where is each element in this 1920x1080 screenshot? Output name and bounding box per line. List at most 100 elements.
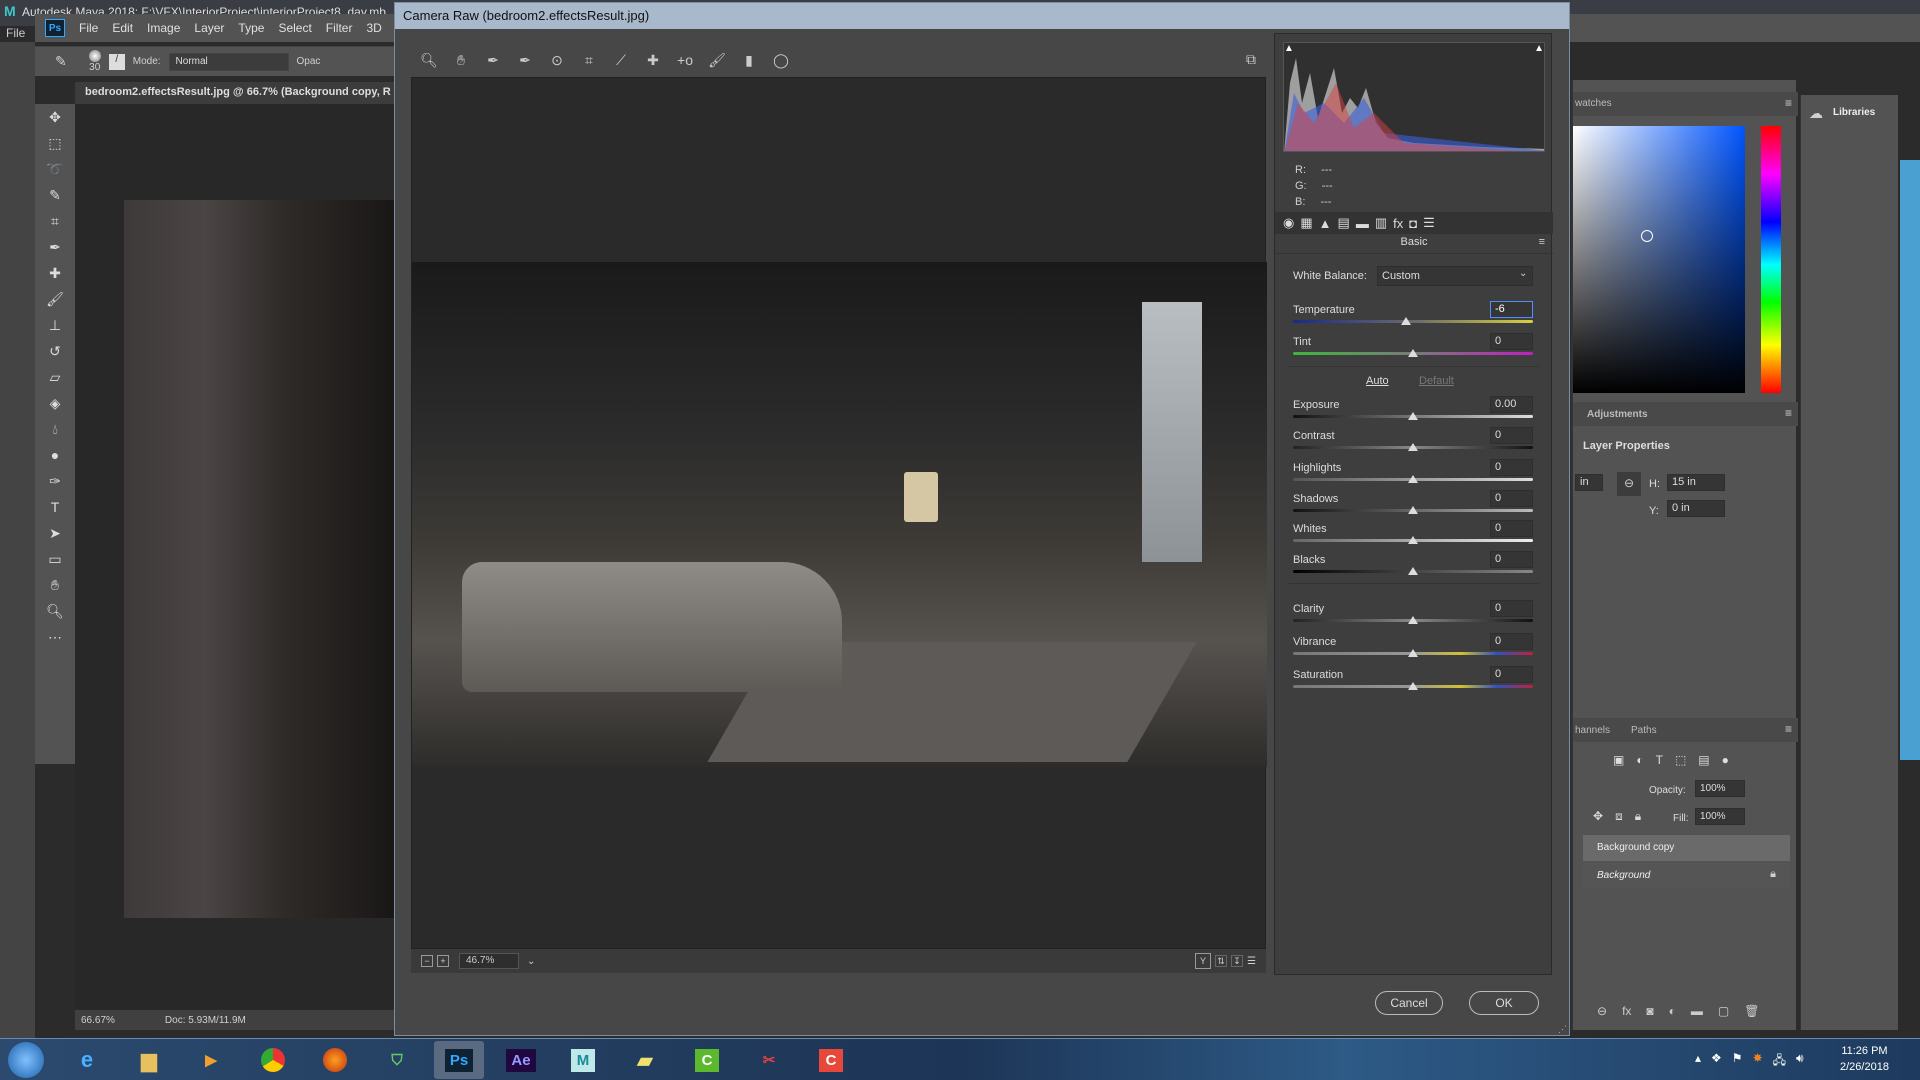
dodge-tool-icon[interactable]: ● [35,442,75,468]
zoom-out-button[interactable]: − [421,955,433,967]
network-icon[interactable]: 🖧︎ [1773,1051,1786,1072]
brush-preset-picker[interactable]: 30 [88,50,101,73]
adjustment-brush-tool-icon[interactable]: 🖌︎ [707,50,727,70]
chevron-down-icon[interactable]: ⌄ [527,956,535,967]
red-eye-tool-icon[interactable]: +o [675,50,695,70]
default-button[interactable]: Default [1419,375,1454,387]
type-tool-icon[interactable]: T [35,494,75,520]
resize-grip-icon[interactable]: ⋰ [1558,1024,1567,1035]
shadows-value-field[interactable]: 0 [1490,490,1533,507]
mode-select[interactable]: Normal [168,52,289,71]
filter-toggle-icon[interactable]: ● [1722,753,1729,767]
snipping-tool-icon[interactable]: ✂ [744,1041,794,1079]
new-adjustment-icon[interactable]: ◐ [1669,1004,1676,1018]
fill-field[interactable]: 100% [1695,808,1745,825]
marquee-tool-icon[interactable]: ⬚ [35,130,75,156]
healing-tool-icon[interactable]: ✚ [35,260,75,286]
menu-3d[interactable]: 3D [366,21,381,35]
exposure-slider-thumb[interactable] [1408,412,1418,420]
temperature-slider[interactable] [1293,320,1533,323]
new-group-icon[interactable]: ▬ [1691,1004,1703,1018]
brush-tool-icon[interactable]: 🖌︎ [35,286,75,312]
chrome-icon[interactable] [248,1041,298,1079]
vibrance-slider-thumb[interactable] [1408,649,1418,657]
antivirus-icon[interactable]: ✸ [1753,1051,1763,1072]
open-preferences-icon[interactable]: ⧉ [1241,49,1261,69]
basic-tab-icon[interactable]: ◉ [1283,215,1294,231]
camtasia-recorder-icon[interactable]: C [682,1041,732,1079]
panel-menu-icon[interactable]: ≡ [1539,236,1545,248]
ok-button[interactable]: OK [1469,991,1539,1015]
effects-tab-icon[interactable]: fx [1393,216,1403,231]
tab-channels[interactable]: hannels [1575,725,1610,736]
highlights-value-field[interactable]: 0 [1490,459,1533,476]
tint-value-field[interactable]: 0 [1490,333,1533,350]
white-balance-select[interactable]: Custom [1377,266,1533,286]
media-player-icon[interactable]: ▶ [186,1041,236,1079]
menu-type[interactable]: Type [238,21,264,35]
toggle-settings-icon[interactable]: ☰ [1247,956,1256,967]
hsl-tab-icon[interactable]: ▤ [1338,215,1350,231]
panel-menu-icon[interactable]: ≡ [1785,406,1792,420]
link-layers-icon[interactable]: ⊖ [1597,1004,1607,1018]
color-sampler-tool-icon[interactable]: ✒ [515,50,535,70]
action-center-flag-icon[interactable]: ⚑ [1732,1051,1743,1072]
panel-menu-icon[interactable]: ≡ [1785,722,1792,736]
vibrance-value-field[interactable]: 0 [1490,633,1533,650]
rectangle-tool-icon[interactable]: ▭ [35,546,75,572]
presets-tab-icon[interactable]: ☰ [1423,215,1435,231]
whites-value-field[interactable]: 0 [1490,520,1533,537]
blacks-slider-thumb[interactable] [1408,567,1418,575]
document-tab[interactable]: bedroom2.effectsResult.jpg @ 66.7% (Back… [75,82,395,104]
menu-layer[interactable]: Layer [194,21,224,35]
after-effects-taskbar-icon[interactable]: Ae [496,1041,546,1079]
tint-slider-thumb[interactable] [1408,349,1418,357]
clarity-value-field[interactable]: 0 [1490,600,1533,617]
adjustment-filter-icon[interactable]: ◐ [1636,753,1643,767]
lock-artboard-icon[interactable]: ⧈ [1615,809,1623,824]
detail-tab-icon[interactable]: ▲ [1319,216,1332,231]
blacks-value-field[interactable]: 0 [1490,551,1533,568]
layer-row[interactable]: Background 🔒︎ [1583,863,1790,889]
graduated-filter-tool-icon[interactable]: ▮ [739,50,759,70]
highlights-slider-thumb[interactable] [1408,475,1418,483]
radial-filter-tool-icon[interactable]: ◯ [771,50,791,70]
quick-select-tool-icon[interactable]: ✎ [35,182,75,208]
zoom-tool-icon[interactable]: 🔍︎ [35,598,75,624]
tone-curve-tab-icon[interactable]: ▦ [1300,215,1312,231]
menu-edit[interactable]: Edit [112,21,133,35]
contrast-slider-thumb[interactable] [1408,443,1418,451]
auto-button[interactable]: Auto [1366,375,1389,387]
targeted-adjustment-tool-icon[interactable]: ⊙ [547,50,567,70]
stamp-tool-icon[interactable]: ⊥ [35,312,75,338]
clarity-slider-thumb[interactable] [1408,616,1418,624]
crop-tool-icon[interactable]: ⌗ [579,50,599,70]
contrast-value-field[interactable]: 0 [1490,427,1533,444]
temperature-value-field[interactable]: -6 [1490,301,1533,318]
tab-paths[interactable]: Paths [1631,725,1657,736]
type-filter-icon[interactable]: T [1656,753,1663,767]
photoshop-taskbar-icon[interactable]: Ps [434,1041,484,1079]
dropbox-icon[interactable]: ❖ [1711,1051,1722,1072]
fx-icon[interactable]: fx [1622,1004,1631,1018]
link-dimensions-icon[interactable]: ⊖ [1617,472,1641,496]
eyedropper-tool-icon[interactable]: ✒ [35,234,75,260]
shape-filter-icon[interactable]: ⬚ [1675,753,1686,767]
menu-image[interactable]: Image [147,21,180,35]
lock-position-icon[interactable]: ✥ [1593,809,1603,824]
brush-tool-icon[interactable]: ✎ [55,53,67,70]
path-select-tool-icon[interactable]: ➤ [35,520,75,546]
lock-all-icon[interactable]: 🔒︎ [1635,809,1641,824]
blur-tool-icon[interactable]: 💧︎ [35,416,75,442]
new-layer-icon[interactable]: ▢ [1718,1004,1729,1018]
paint-bucket-tool-icon[interactable]: ◈ [35,390,75,416]
before-after-view-icon[interactable]: Y [1195,953,1212,969]
split-toning-tab-icon[interactable]: ▬ [1356,216,1369,231]
show-hidden-icons[interactable]: ▴ [1695,1051,1701,1072]
status-zoom[interactable]: 66.67% [81,1015,115,1026]
more-tool-icon[interactable]: ⋯ [35,624,75,650]
firefox-icon[interactable] [310,1041,360,1079]
zoom-level-select[interactable]: 46.7% [459,953,519,969]
clock[interactable]: 11:26 PM 2/26/2018 [1840,1043,1889,1075]
white-balance-tool-icon[interactable]: ✒ [483,50,503,70]
